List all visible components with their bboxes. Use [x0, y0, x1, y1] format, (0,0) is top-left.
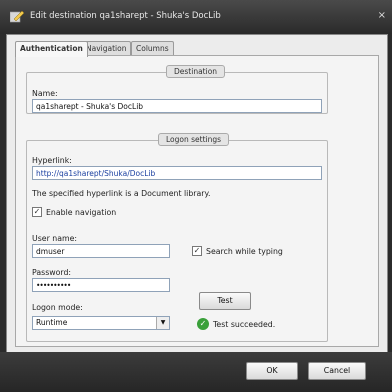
logon-settings-group-label: Logon settings — [158, 133, 230, 146]
test-status: Test succeeded. — [213, 320, 276, 329]
test-button[interactable]: Test — [199, 292, 251, 310]
search-while-typing-label: Search while typing — [206, 247, 283, 256]
username-label: User name: — [32, 234, 77, 243]
logon-mode-select[interactable]: Runtime ▼ — [32, 316, 170, 330]
hyperlink-label: Hyperlink: — [32, 156, 72, 165]
destination-group-label: Destination — [166, 65, 226, 78]
edit-destination-icon — [10, 11, 24, 23]
authentication-panel: Destination Name: qa1sharept - Shuka's D… — [15, 55, 379, 347]
close-icon[interactable]: × — [378, 10, 386, 21]
tab-navigation[interactable]: Navigation — [81, 41, 132, 56]
logon-mode-label: Logon mode: — [32, 303, 83, 312]
cancel-button[interactable]: Cancel — [308, 362, 366, 380]
name-label: Name: — [32, 89, 58, 98]
chevron-down-icon[interactable]: ▼ — [156, 317, 169, 329]
username-field[interactable]: dmuser — [32, 244, 170, 258]
hyperlink-note: The specified hyperlink is a Document li… — [32, 189, 211, 198]
name-field[interactable]: qa1sharept - Shuka's DocLib — [32, 99, 322, 113]
enable-navigation-checkbox[interactable]: ✓ — [32, 207, 42, 217]
password-label: Password: — [32, 268, 72, 277]
title-bar: Edit destination qa1sharept - Shuka's Do… — [0, 0, 392, 34]
tab-authentication[interactable]: Authentication — [15, 41, 88, 57]
success-check-icon: ✓ — [197, 318, 209, 330]
window-title: Edit destination qa1sharept - Shuka's Do… — [30, 11, 221, 21]
dialog-body: Authentication Navigation Columns Destin… — [6, 34, 388, 354]
logon-mode-value: Runtime — [36, 318, 68, 327]
enable-navigation-label: Enable navigation — [46, 208, 117, 217]
password-field[interactable]: •••••••••• — [32, 278, 170, 292]
ok-button[interactable]: OK — [246, 362, 298, 380]
hyperlink-field[interactable]: http://qa1sharept/Shuka/DocLib — [32, 166, 322, 180]
dialog-footer: OK Cancel — [0, 352, 392, 392]
tab-columns[interactable]: Columns — [131, 41, 174, 56]
edit-destination-window: Edit destination qa1sharept - Shuka's Do… — [0, 0, 392, 392]
search-while-typing-checkbox[interactable]: ✓ — [192, 246, 202, 256]
